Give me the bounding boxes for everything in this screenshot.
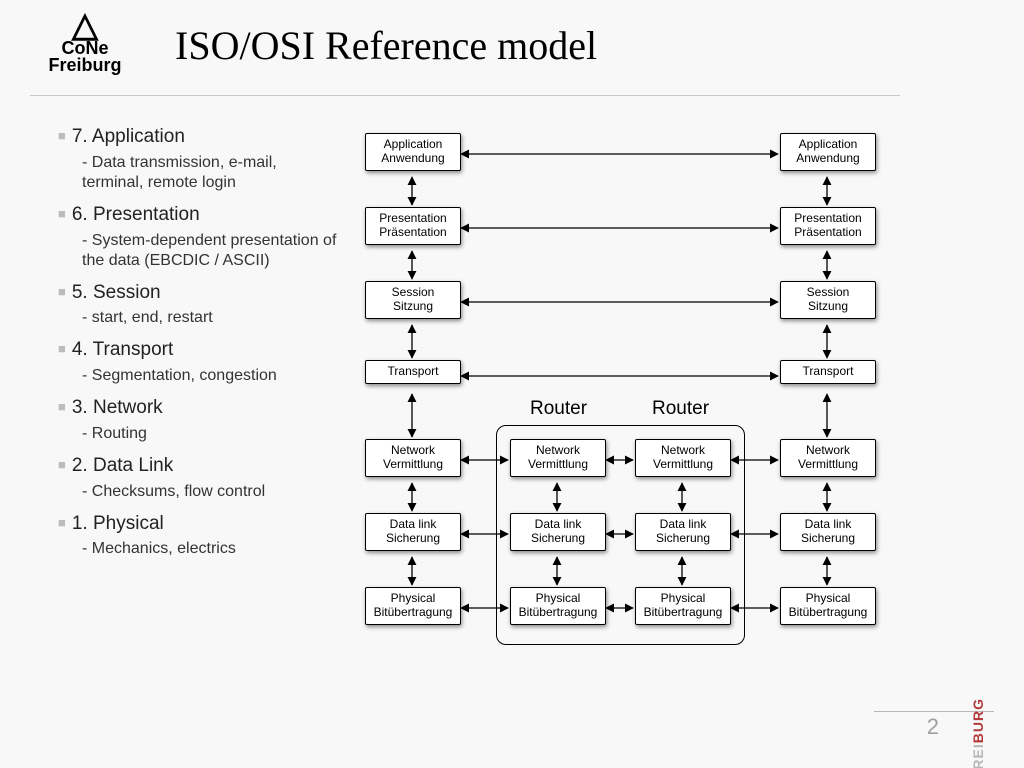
box-L2: SessionSitzung	[365, 281, 461, 319]
slide: △ CoNe Freiburg ISO/OSI Reference model …	[0, 0, 1024, 768]
box-RB5: Data linkSicherung	[635, 513, 731, 551]
box-RB4: NetworkVermittlung	[635, 439, 731, 477]
layer-3-heading: ■3. Network	[58, 396, 338, 420]
layer-3-desc: Routing	[82, 424, 338, 444]
divider	[30, 95, 900, 96]
router-label-2: Router	[652, 398, 709, 420]
box-R6: PhysicalBitübertragung	[780, 587, 876, 625]
page-number: 2	[927, 714, 939, 740]
box-RA5: Data linkSicherung	[510, 513, 606, 551]
box-R0: ApplicationAnwendung	[780, 133, 876, 171]
box-L0: ApplicationAnwendung	[365, 133, 461, 171]
box-R2: SessionSitzung	[780, 281, 876, 319]
layer-4-desc: Segmentation, congestion	[82, 366, 338, 386]
layer-6-heading: ■6. Presentation	[58, 203, 338, 227]
layer-1-heading: ■1. Physical	[58, 512, 338, 536]
osi-diagram: Router Router ApplicationAnwendung Applic…	[355, 128, 907, 668]
box-R5: Data linkSicherung	[780, 513, 876, 551]
layer-1-desc: Mechanics, electrics	[82, 539, 338, 559]
box-RB6: PhysicalBitübertragung	[635, 587, 731, 625]
layer-5-desc: start, end, restart	[82, 308, 338, 328]
logo-line2: Freiburg	[30, 55, 140, 76]
box-RA4: NetworkVermittlung	[510, 439, 606, 477]
box-R4: NetworkVermittlung	[780, 439, 876, 477]
box-L6: PhysicalBitübertragung	[365, 587, 461, 625]
layer-4-heading: ■4. Transport	[58, 338, 338, 362]
logo-glyph: △	[30, 10, 140, 40]
layer-bullets: ■7. Application Data transmission, e-mai…	[58, 125, 338, 569]
box-L5: Data linkSicherung	[365, 513, 461, 551]
box-L3: Transport	[365, 360, 461, 384]
cone-logo: △ CoNe Freiburg	[30, 10, 140, 76]
layer-2-heading: ■2. Data Link	[58, 454, 338, 478]
layer-7-desc: Data transmission, e-mail, terminal, rem…	[82, 153, 338, 193]
layer-6-desc: System-dependent presentation of the dat…	[82, 231, 338, 271]
box-L1: PresentationPräsentation	[365, 207, 461, 245]
layer-5-heading: ■5. Session	[58, 281, 338, 305]
router-label-1: Router	[530, 398, 587, 420]
box-R1: PresentationPräsentation	[780, 207, 876, 245]
layer-7-heading: ■7. Application	[58, 125, 338, 149]
uni-freiburg-mark: UNI FREIBURG	[970, 698, 986, 768]
box-R3: Transport	[780, 360, 876, 384]
page-title: ISO/OSI Reference model	[175, 22, 597, 69]
box-L4: NetworkVermittlung	[365, 439, 461, 477]
box-RA6: PhysicalBitübertragung	[510, 587, 606, 625]
layer-2-desc: Checksums, flow control	[82, 482, 338, 502]
